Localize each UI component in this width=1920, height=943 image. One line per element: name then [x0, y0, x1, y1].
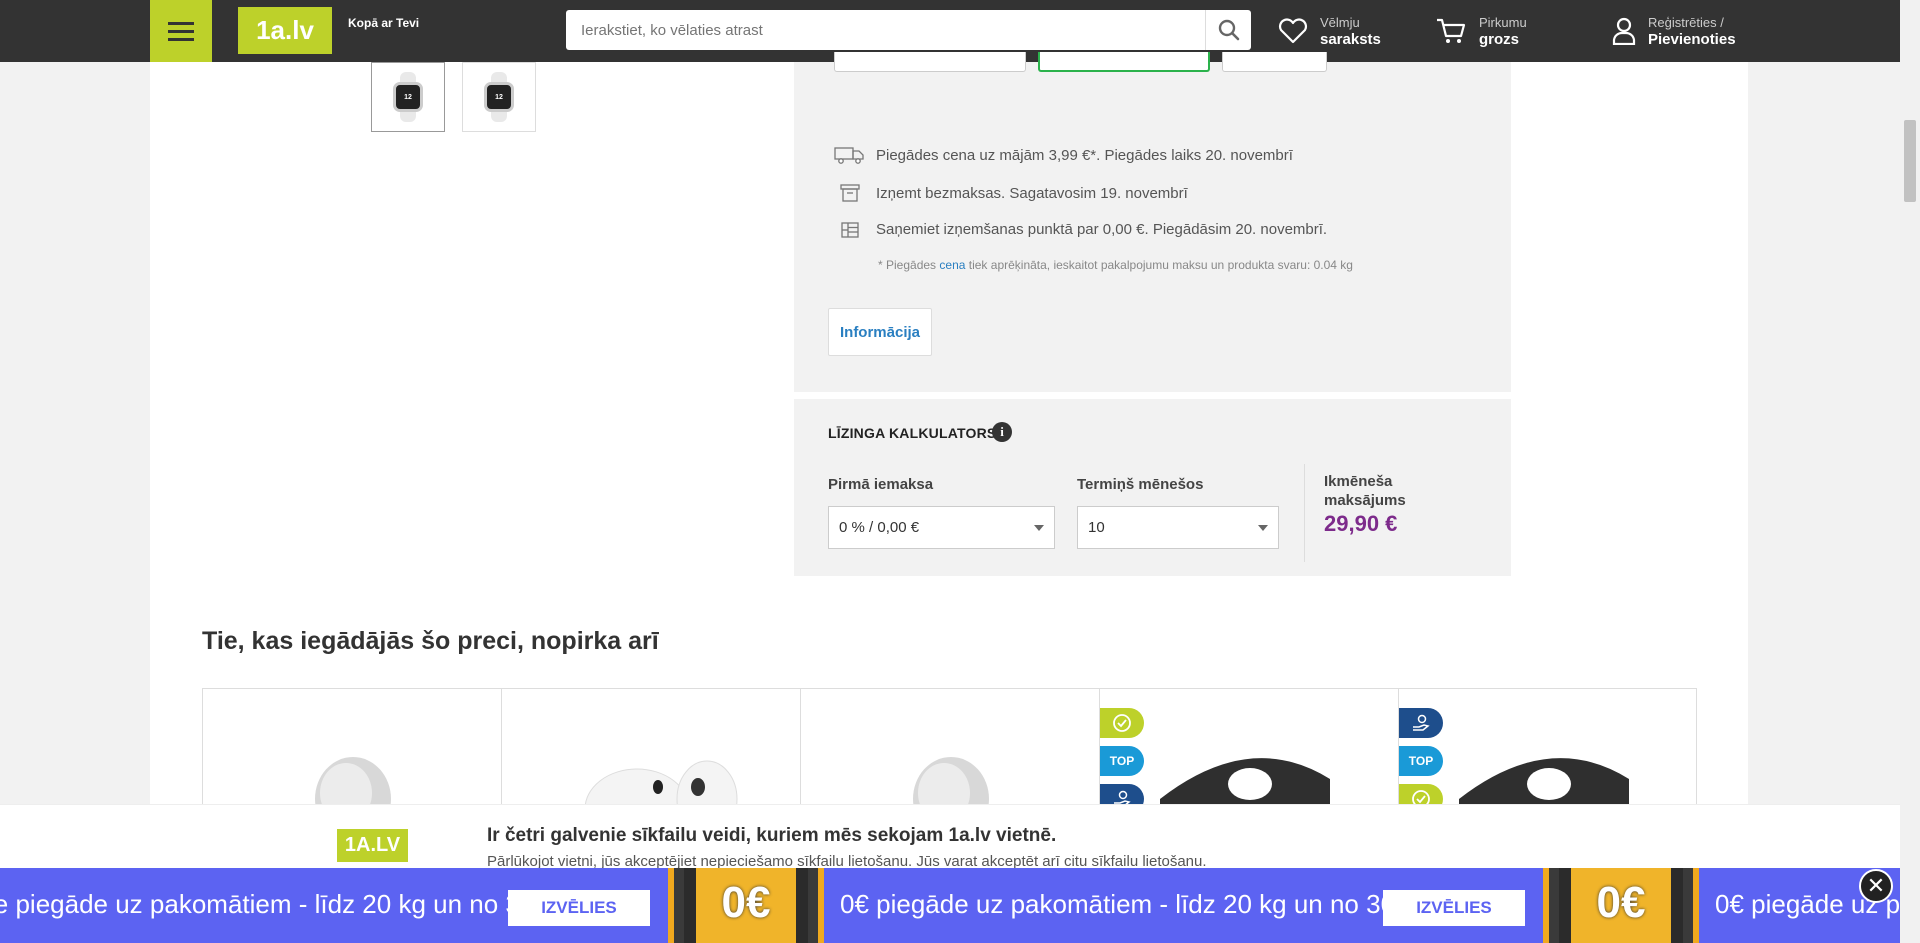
monthly-payment-value: 29,90 €: [1324, 511, 1398, 536]
variant-option[interactable]: [1222, 52, 1327, 72]
cart-label-2: grozs: [1479, 31, 1520, 48]
cart-label-1: Pirkumu: [1479, 15, 1527, 30]
account-label-2: Pievienoties: [1648, 31, 1736, 48]
leasing-title: LĪZINGA KALKULATORS: [828, 425, 997, 441]
chevron-down-icon: [1034, 525, 1044, 531]
truck-icon: [834, 147, 864, 164]
term-label: Termiņš mēnešos: [1077, 476, 1204, 493]
cart-link[interactable]: Pirkumu grozs: [1435, 10, 1527, 52]
delivery-locker-text: Saņemiet izņemšanas punktā par 0,00 €. P…: [876, 221, 1328, 238]
service-badge: [1399, 708, 1443, 738]
site-tagline: Kopā ar Tevi: [348, 16, 420, 30]
delivery-price-link[interactable]: cena: [939, 258, 965, 272]
hamburger-icon: [168, 29, 194, 33]
chevron-down-icon: [1258, 525, 1268, 531]
recommendations-title: Tie, kas iegādājās šo preci, nopirka arī: [202, 627, 659, 655]
search-bar: [566, 10, 1251, 50]
site-logo[interactable]: 1a.lv: [238, 7, 332, 54]
wishlist-link[interactable]: Vēlmju saraksts: [1278, 10, 1381, 52]
delivery-row-home: Piegādes cena uz mājām 3,99 €*. Piegādes…: [834, 146, 1293, 164]
promo-banner[interactable]: ie piegāde uz pakomātiem - līdz 20 kg un…: [0, 868, 1920, 943]
delivery-row-locker: Saņemiet izņemšanas punktā par 0,00 €. P…: [834, 221, 1327, 238]
account-link[interactable]: Reģistrēties / Pievienoties: [1612, 10, 1736, 52]
user-icon: [1612, 17, 1636, 45]
banner-text: 0€ piegāde uz pakomātiem - līdz 20 kg un…: [840, 889, 1417, 919]
search-button[interactable]: [1205, 10, 1251, 50]
first-payment-label: Pirmā iemaksa: [828, 476, 934, 493]
top-badge: TOP: [1399, 746, 1443, 776]
delivery-home-text: Piegādes cena uz mājām 3,99 €*. Piegādes…: [876, 146, 1293, 164]
parcel-locker-image: 0€: [668, 868, 824, 943]
hand-coin-icon: [1413, 714, 1430, 731]
delivery-options: Piegādes cena uz mājām 3,99 €*. Piegādes…: [794, 52, 1511, 392]
account-label-1: Reģistrēties /: [1648, 15, 1724, 30]
banner-choose-button[interactable]: IZVĒLIES: [1383, 890, 1525, 926]
term-select[interactable]: 10: [1077, 506, 1279, 549]
variant-option[interactable]: [834, 52, 1026, 72]
delivery-note: * Piegādes cena tiek aprēķināta, ieskait…: [878, 258, 1353, 272]
watch-thumbnail-image: 12: [482, 72, 516, 122]
cookie-notice: 1A.LV Ir četri galvenie sīkfailu veidi, …: [0, 804, 1900, 870]
top-badge: TOP: [1100, 746, 1144, 776]
menu-button[interactable]: [150, 0, 212, 62]
close-icon[interactable]: ✕: [1859, 869, 1893, 903]
information-button[interactable]: Informācija: [828, 308, 932, 356]
banner-text: ie piegāde uz pakomātiem - līdz 20 kg un…: [0, 889, 557, 919]
page: 1a.lv Kopā ar Tevi Vēlmjusaraksts Pirkum…: [0, 0, 1920, 943]
check-badge: [1100, 708, 1144, 738]
delivery-row-store: Izņemt bezmaksas. Sagatavosim 19. novemb…: [834, 184, 1188, 202]
monthly-payment-label: Ikmēneša maksājums: [1324, 473, 1406, 509]
page-scrollbar[interactable]: [1900, 0, 1920, 943]
first-payment-select[interactable]: 0 % / 0,00 €: [828, 506, 1055, 549]
watch-thumbnail-image: 12: [391, 72, 425, 122]
banner-choose-button[interactable]: IZVĒLIES: [508, 890, 650, 926]
wishlist-label-2: saraksts: [1320, 31, 1381, 48]
parcel-locker-icon: [841, 221, 859, 238]
store-box-icon: [840, 184, 860, 202]
variant-option-selected[interactable]: [1038, 52, 1210, 72]
search-icon: [1218, 19, 1239, 41]
check-circle-icon: [1113, 714, 1131, 732]
info-icon[interactable]: i: [992, 422, 1012, 442]
scrollbar-thumb[interactable]: [1904, 120, 1916, 202]
search-input[interactable]: [566, 10, 1205, 50]
cookie-title: Ir četri galvenie sīkfailu veidi, kuriem…: [487, 825, 1057, 846]
leasing-calculator: LĪZINGA KALKULATORS i Pirmā iemaksa 0 % …: [794, 399, 1511, 576]
cookie-logo: 1A.LV: [337, 829, 408, 862]
divider: [1304, 464, 1305, 562]
parcel-locker-image: 0€: [1543, 868, 1699, 943]
wishlist-label-1: Vēlmju: [1320, 15, 1360, 30]
delivery-store-text: Izņemt bezmaksas. Sagatavosim 19. novemb…: [876, 184, 1188, 202]
cart-icon: [1437, 18, 1466, 43]
heart-icon: [1278, 18, 1308, 44]
gallery-thumb[interactable]: 12: [371, 62, 445, 132]
gallery-thumb[interactable]: 12: [462, 62, 536, 132]
